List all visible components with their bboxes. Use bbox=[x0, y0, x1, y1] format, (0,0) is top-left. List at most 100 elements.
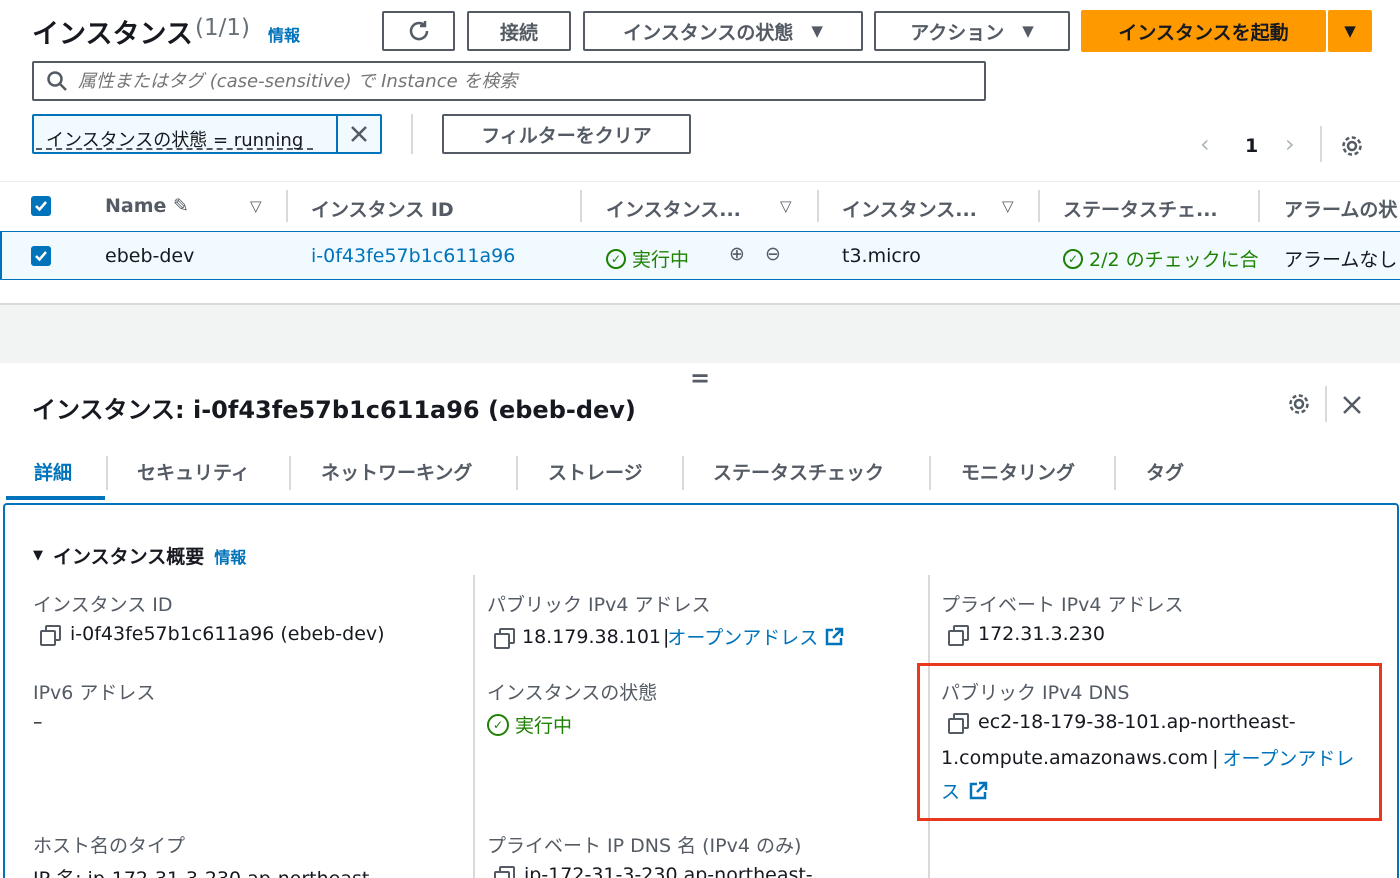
success-check-icon: ✓ bbox=[1063, 248, 1083, 269]
column-divider[interactable] bbox=[580, 190, 582, 222]
column-header-alarm[interactable]: アラームの状 bbox=[1284, 195, 1397, 222]
external-link-icon[interactable] bbox=[824, 627, 844, 647]
tab-storage[interactable]: ストレージ bbox=[548, 458, 643, 485]
remove-filter-button[interactable] bbox=[336, 116, 380, 152]
row-name: ebeb-dev bbox=[105, 245, 195, 267]
row-checkbox[interactable] bbox=[31, 246, 51, 266]
sort-icon[interactable]: ▽ bbox=[780, 197, 792, 215]
divider bbox=[411, 114, 413, 154]
column-header-instance-id[interactable]: インスタンス ID bbox=[311, 195, 454, 222]
close-icon bbox=[351, 126, 367, 142]
public-dns-value-line2: 1.compute.amazonaws.com | オープンアドレ bbox=[941, 744, 1354, 771]
refresh-button[interactable] bbox=[382, 11, 455, 51]
private-ipv4-value: 172.31.3.230 bbox=[948, 623, 1105, 646]
tab-divider bbox=[516, 456, 518, 490]
tab-networking[interactable]: ネットワーキング bbox=[321, 458, 472, 485]
table-top-border bbox=[0, 181, 1400, 182]
tab-status-checks[interactable]: ステータスチェック bbox=[713, 458, 884, 485]
row-status-check[interactable]: ✓ 2/2 のチェックに合 bbox=[1063, 245, 1259, 272]
column-divider[interactable] bbox=[817, 190, 819, 222]
public-ipv4-label: パブリック IPv4 アドレス bbox=[487, 594, 711, 616]
sort-icon[interactable]: ▽ bbox=[1002, 197, 1014, 215]
search-icon bbox=[47, 71, 67, 91]
copy-icon[interactable] bbox=[948, 713, 969, 734]
tab-divider bbox=[1114, 456, 1116, 490]
tab-divider bbox=[682, 456, 684, 490]
section-header[interactable]: ▼ インスタンス概要 情報 bbox=[33, 542, 246, 569]
column-header-instance-type[interactable]: インスタンス... bbox=[842, 195, 977, 222]
external-link-icon[interactable] bbox=[968, 781, 988, 801]
prev-page-icon[interactable]: ‹ bbox=[1200, 130, 1210, 158]
connect-button[interactable]: 接続 bbox=[467, 11, 571, 51]
column-header-status-check[interactable]: ステータスチェ... bbox=[1063, 195, 1218, 222]
settings-gear-icon[interactable] bbox=[1287, 392, 1311, 416]
tab-divider bbox=[106, 456, 108, 490]
settings-gear-icon[interactable] bbox=[1340, 134, 1364, 158]
edit-icon: ✎ bbox=[173, 195, 189, 217]
private-ipv4-label: プライベート IPv4 アドレス bbox=[941, 594, 1184, 616]
copy-icon[interactable] bbox=[494, 627, 515, 649]
sort-icon[interactable]: ▽ bbox=[250, 197, 262, 215]
hostname-type-value: IP 名: ip-172-31-3-230.ap-northeast- bbox=[33, 864, 376, 878]
caret-down-icon: ▼ bbox=[1022, 22, 1034, 40]
open-address-link[interactable]: オープンアドレス bbox=[667, 623, 818, 650]
select-all-checkbox[interactable] bbox=[31, 196, 51, 216]
launch-instance-button[interactable]: インスタンスを起動 bbox=[1081, 10, 1326, 52]
detail-panel-title: インスタンス: i-0f43fe57b1c611a96 (ebeb-dev) bbox=[32, 396, 636, 424]
tab-divider bbox=[929, 456, 931, 490]
info-link[interactable]: 情報 bbox=[268, 22, 300, 46]
zoom-out-icon[interactable]: ⊖ bbox=[765, 243, 781, 265]
tab-details[interactable]: 詳細 bbox=[34, 458, 72, 485]
column-divider bbox=[473, 575, 475, 878]
private-dns-value: ip-172-31-3-230.ap-northeast- bbox=[494, 864, 813, 878]
caret-down-icon: ▼ bbox=[811, 22, 823, 40]
success-check-icon: ✓ bbox=[487, 713, 509, 736]
column-divider[interactable] bbox=[286, 190, 288, 222]
copy-icon[interactable] bbox=[494, 866, 515, 878]
public-dns-value: ec2-18-179-38-101.ap-northeast- bbox=[948, 711, 1296, 734]
filter-token[interactable]: インスタンスの状態 = running bbox=[32, 114, 382, 154]
column-header-instance-state[interactable]: インスタンス... bbox=[606, 195, 741, 222]
instance-count: (1/1) bbox=[195, 15, 250, 41]
clear-filters-button[interactable]: フィルターをクリア bbox=[442, 114, 691, 154]
search-box[interactable] bbox=[32, 61, 986, 101]
ipv6-value: – bbox=[33, 711, 43, 733]
public-ipv4-value: 18.179.38.101 | オープンアドレス bbox=[494, 623, 844, 650]
page-number[interactable]: 1 bbox=[1245, 135, 1258, 157]
section-info-link[interactable]: 情報 bbox=[214, 544, 246, 568]
divider bbox=[1325, 386, 1327, 422]
row-alarm-status: アラームなし bbox=[1284, 249, 1398, 271]
hostname-type-label: ホスト名のタイプ bbox=[33, 835, 186, 857]
instance-id-label: インスタンス ID bbox=[33, 594, 173, 616]
public-dns-open-link-line3: ス bbox=[941, 777, 988, 804]
active-tab-indicator bbox=[6, 496, 105, 500]
actions-dropdown[interactable]: アクション ▼ bbox=[874, 11, 1070, 51]
tab-divider bbox=[289, 456, 291, 490]
tab-security[interactable]: セキュリティ bbox=[137, 458, 250, 485]
open-address-link-cont[interactable]: ス bbox=[941, 777, 960, 804]
search-input[interactable] bbox=[78, 70, 958, 92]
refresh-icon bbox=[409, 21, 428, 41]
column-divider[interactable] bbox=[1258, 190, 1260, 222]
row-state: ✓ 実行中 bbox=[606, 245, 689, 272]
next-page-icon[interactable]: › bbox=[1285, 130, 1295, 158]
public-dns-label: パブリック IPv4 DNS bbox=[941, 682, 1130, 704]
copy-icon[interactable] bbox=[948, 625, 969, 646]
row-instance-type: t3.micro bbox=[842, 245, 921, 267]
column-divider[interactable] bbox=[1038, 190, 1040, 222]
filter-token-label[interactable]: インスタンスの状態 = running bbox=[36, 120, 314, 151]
instance-state-dropdown[interactable]: インスタンスの状態 ▼ bbox=[583, 11, 863, 51]
instance-state-label: インスタンスの状態 bbox=[487, 682, 658, 704]
page-title: インスタンス bbox=[32, 19, 193, 50]
panel-resize-handle[interactable]: = bbox=[690, 364, 710, 392]
tab-monitoring[interactable]: モニタリング bbox=[961, 458, 1075, 485]
copy-icon[interactable] bbox=[40, 625, 61, 646]
open-address-link[interactable]: オープンアドレ bbox=[1223, 744, 1355, 771]
column-header-name[interactable]: Name ✎ bbox=[105, 195, 189, 217]
tab-tags[interactable]: タグ bbox=[1146, 458, 1184, 485]
close-panel-icon[interactable] bbox=[1342, 395, 1362, 415]
zoom-in-icon[interactable]: ⊕ bbox=[729, 243, 745, 265]
caret-down-icon: ▼ bbox=[33, 548, 43, 563]
row-instance-id-link[interactable]: i-0f43fe57b1c611a96 bbox=[311, 245, 515, 267]
launch-options-button[interactable]: ▼ bbox=[1328, 10, 1372, 52]
